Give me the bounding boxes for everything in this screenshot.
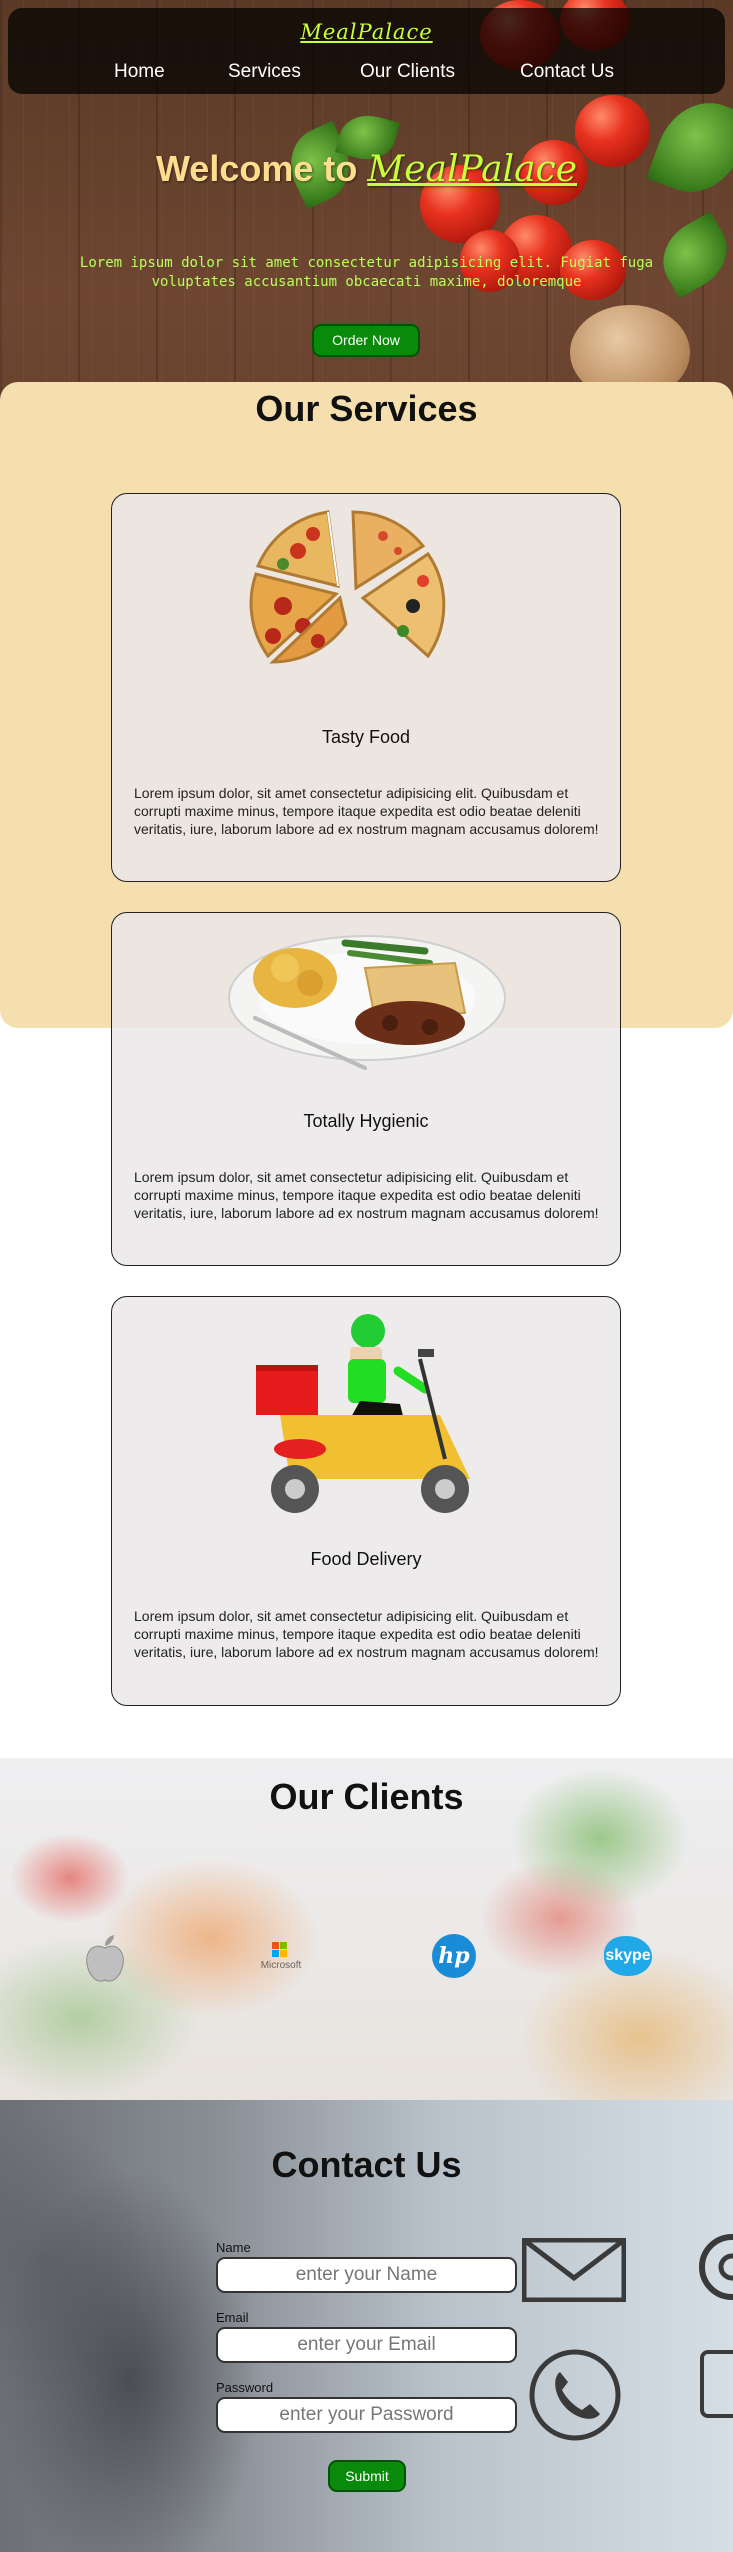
nav-our-clients[interactable]: Our Clients bbox=[360, 61, 455, 83]
phone-icon bbox=[529, 2349, 621, 2441]
contact-title: Contact Us bbox=[271, 2144, 462, 2185]
clients-title: Our Clients bbox=[269, 1776, 464, 1817]
password-input[interactable]: enter your Password bbox=[216, 2397, 517, 2433]
delivery-scooter-icon bbox=[256, 1314, 470, 1513]
card-description: Lorem ipsum dolor, sit amet consectetur … bbox=[134, 785, 599, 837]
pizza-icon bbox=[249, 510, 446, 664]
submit-button[interactable]: Submit bbox=[328, 2460, 406, 2492]
service-card-food-delivery: Food Delivery Lorem ipsum dolor, sit ame… bbox=[111, 1296, 621, 1706]
password-label: Password bbox=[216, 2380, 274, 2395]
microsoft-logo-icon: Microsoft bbox=[258, 1940, 304, 1980]
welcome-heading: Welcome to MealPalace bbox=[0, 148, 733, 190]
nav-services[interactable]: Services bbox=[228, 61, 301, 83]
services-title: Our Services bbox=[255, 388, 478, 429]
meal-plate-icon bbox=[228, 935, 506, 1070]
welcome-brand: MealPalace bbox=[367, 149, 578, 190]
hero-description: Lorem ipsum dolor sit amet consectetur a… bbox=[79, 255, 654, 290]
email-input[interactable]: enter your Email bbox=[216, 2327, 517, 2363]
skype-logo-icon: skype bbox=[604, 1936, 652, 1976]
name-input[interactable]: enter your Name bbox=[216, 2257, 517, 2293]
mobile-device-icon bbox=[700, 2350, 733, 2418]
nav-home[interactable]: Home bbox=[114, 61, 165, 83]
service-card-totally-hygienic: Totally Hygienic Lorem ipsum dolor, sit … bbox=[111, 912, 621, 1266]
at-sign-icon bbox=[699, 2234, 733, 2300]
microsoft-wordmark: Microsoft bbox=[260, 1960, 302, 1971]
card-title: Food Delivery bbox=[310, 1549, 422, 1569]
hp-logo-icon: hp bbox=[432, 1934, 476, 1978]
service-card-tasty-food: Tasty Food Lorem ipsum dolor, sit amet c… bbox=[111, 493, 621, 882]
nav-contact-us[interactable]: Contact Us bbox=[520, 61, 614, 83]
card-description: Lorem ipsum dolor, sit amet consectetur … bbox=[134, 1608, 599, 1660]
envelope-icon bbox=[522, 2238, 626, 2302]
apple-logo-icon bbox=[86, 1935, 124, 1982]
navbar: MealPalace Home Services Our Clients Con… bbox=[8, 8, 725, 94]
microsoft-squares-icon bbox=[272, 1942, 287, 1957]
card-description: Lorem ipsum dolor, sit amet consectetur … bbox=[134, 1169, 599, 1221]
card-title: Totally Hygienic bbox=[303, 1111, 429, 1131]
name-label: Name bbox=[216, 2240, 251, 2255]
email-label: Email bbox=[216, 2310, 249, 2325]
order-now-button[interactable]: Order Now bbox=[312, 324, 420, 357]
welcome-text: Welcome to bbox=[155, 148, 358, 189]
card-title: Tasty Food bbox=[321, 727, 411, 747]
brand-logo[interactable]: MealPalace bbox=[8, 20, 725, 44]
